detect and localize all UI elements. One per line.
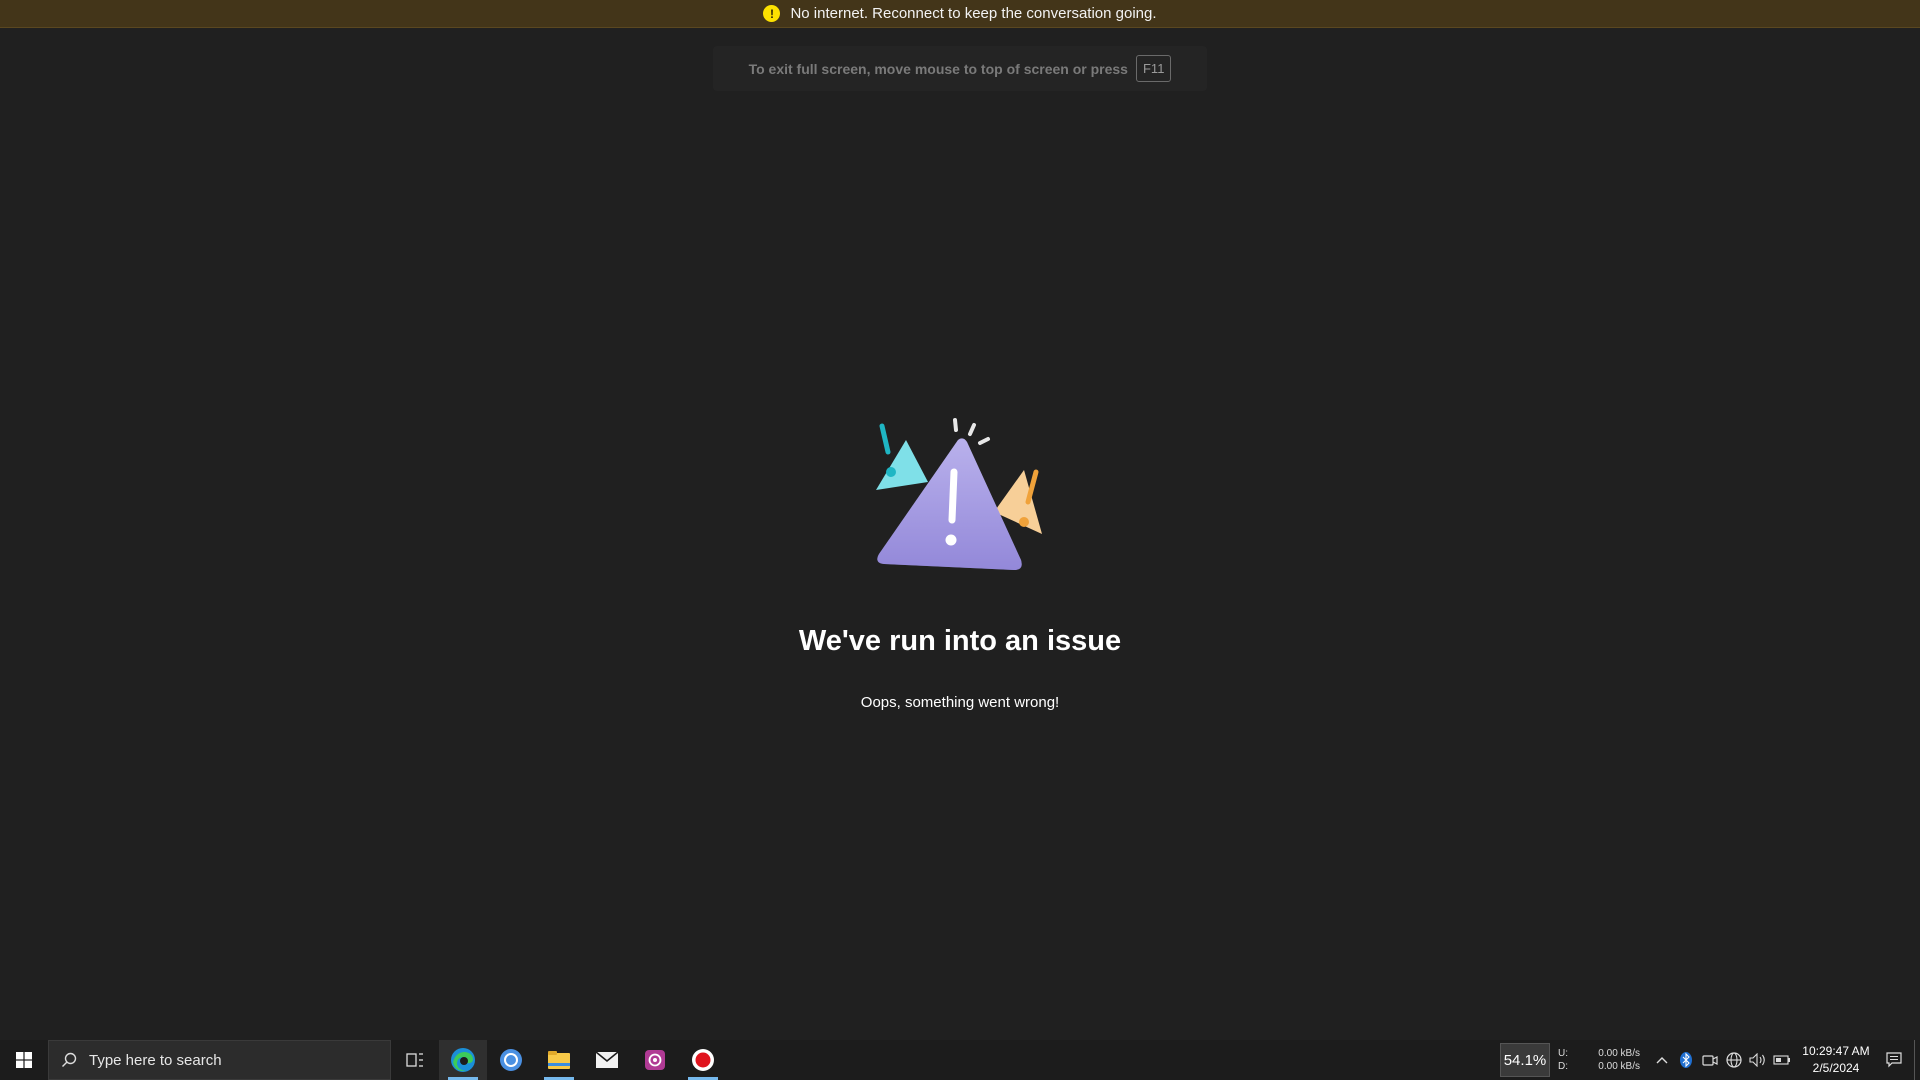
mail-icon (595, 1051, 619, 1068)
search-icon (62, 1052, 77, 1067)
show-desktop-button[interactable] (1914, 1040, 1920, 1080)
bluetooth-icon (1680, 1052, 1692, 1068)
spark-line (978, 437, 990, 445)
taskbar: Type here to search 54.1% U: D: 0.00 kB/… (0, 1040, 1920, 1080)
cyan-exclamation-dot (886, 467, 896, 477)
exclamation-dot (945, 534, 957, 546)
search-placeholder: Type here to search (89, 1051, 222, 1069)
tray-network[interactable] (1722, 1040, 1746, 1080)
cyan-exclamation-line (879, 423, 891, 455)
action-center-button[interactable] (1874, 1040, 1914, 1080)
warning-icon: ! (763, 5, 781, 22)
taskbar-app-photos[interactable] (631, 1040, 679, 1080)
upload-label: U: (1558, 1048, 1568, 1059)
banner-message: No internet. Reconnect to keep the conve… (790, 5, 1157, 22)
show-hidden-icons-button[interactable] (1650, 1040, 1674, 1080)
spark-line (953, 418, 958, 432)
camera-icon (1702, 1055, 1718, 1066)
task-view-icon (406, 1053, 423, 1067)
task-view-button[interactable] (391, 1040, 439, 1080)
error-subtitle: Oops, something went wrong! (860, 694, 1060, 711)
taskbar-app-recorder[interactable] (679, 1040, 727, 1080)
globe-icon (1726, 1052, 1742, 1068)
orange-exclamation-dot (1019, 517, 1029, 527)
offline-banner: ! No internet. Reconnect to keep the con… (0, 0, 1920, 28)
cpu-usage-meter[interactable]: 54.1% (1500, 1043, 1550, 1077)
taskbar-app-chrome[interactable] (487, 1040, 535, 1080)
taskbar-clock[interactable]: 10:29:47 AM 2/5/2024 (1798, 1043, 1874, 1077)
photo-app-icon (645, 1050, 665, 1070)
download-speed: 0.00 kB/s (1598, 1061, 1640, 1072)
chrome-icon (500, 1049, 522, 1071)
file-explorer-icon (548, 1051, 570, 1069)
start-button[interactable] (0, 1040, 48, 1080)
chevron-up-icon (1656, 1057, 1668, 1064)
warning-triangle-illustration (876, 418, 1042, 570)
tray-camera[interactable] (1698, 1040, 1722, 1080)
tray-battery[interactable] (1770, 1040, 1794, 1080)
taskbar-app-mail[interactable] (583, 1040, 631, 1080)
exclamation-line (948, 468, 958, 524)
record-icon (692, 1049, 714, 1071)
spark-line (968, 423, 976, 436)
volume-icon (1749, 1053, 1765, 1067)
tray-volume[interactable] (1746, 1040, 1770, 1080)
orange-exclamation-line (1025, 469, 1039, 505)
clock-date: 2/5/2024 (1812, 1061, 1860, 1075)
edge-icon (451, 1048, 475, 1072)
taskbar-app-edge[interactable] (439, 1040, 487, 1080)
fullscreen-hint-text: To exit full screen, move mouse to top o… (748, 60, 1128, 77)
app-window: ! No internet. Reconnect to keep the con… (0, 0, 1920, 1080)
clock-time: 10:29:47 AM (1802, 1044, 1870, 1058)
taskbar-search-box[interactable]: Type here to search (48, 1040, 391, 1080)
error-title: We've run into an issue (798, 625, 1122, 657)
battery-icon (1773, 1055, 1790, 1065)
system-tray: 54.1% U: D: 0.00 kB/s 0.00 kB/s 10:29:47… (1500, 1040, 1920, 1080)
f11-key-badge: F11 (1135, 55, 1172, 82)
windows-logo-icon (16, 1052, 32, 1068)
tray-bluetooth[interactable] (1674, 1040, 1698, 1080)
cyan-triangle-shape (876, 440, 928, 490)
network-speed-labels: U: D: (1558, 1047, 1588, 1073)
fullscreen-exit-hint: To exit full screen, move mouse to top o… (713, 46, 1207, 91)
notification-icon (1886, 1052, 1902, 1068)
taskbar-app-file-explorer[interactable] (535, 1040, 583, 1080)
upload-speed: 0.00 kB/s (1598, 1048, 1640, 1059)
download-label: D: (1558, 1061, 1568, 1072)
network-speed-values[interactable]: 0.00 kB/s 0.00 kB/s (1588, 1047, 1640, 1073)
